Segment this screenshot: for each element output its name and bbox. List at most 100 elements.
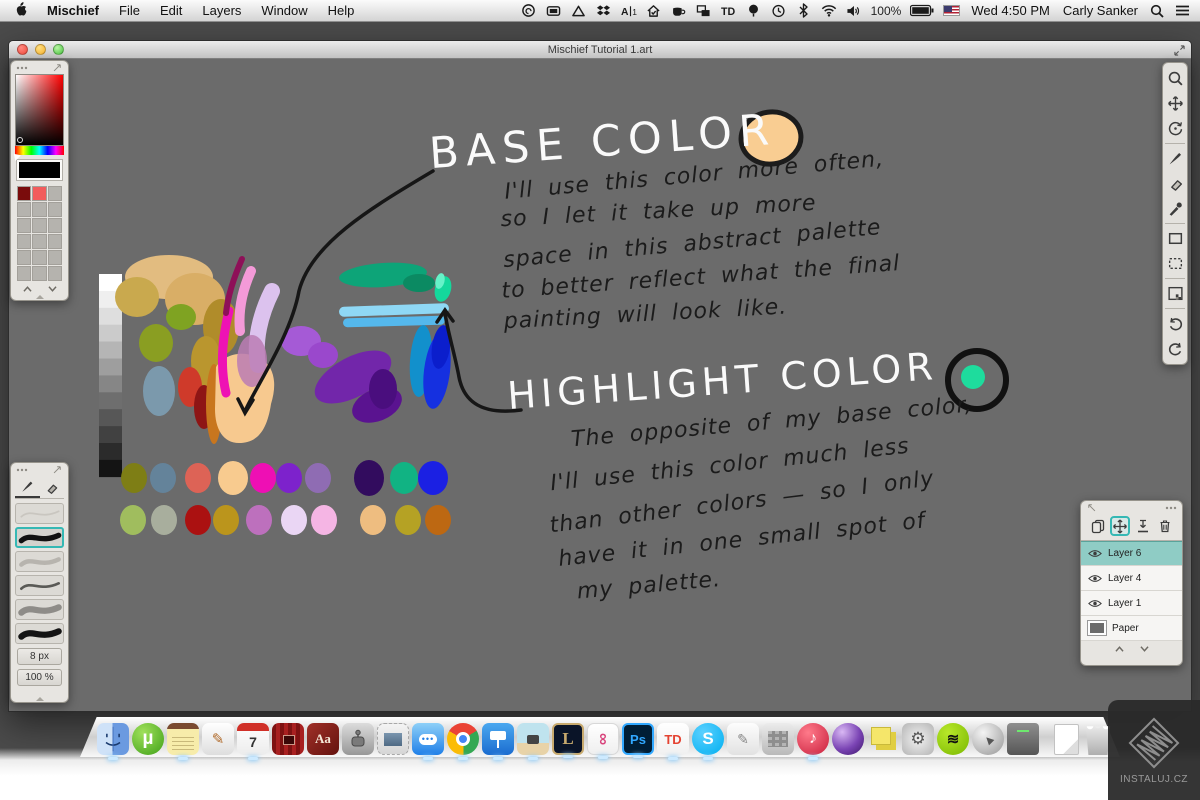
layer-row-layer-1[interactable]: Layer 1: [1081, 591, 1182, 616]
brush-preset-4[interactable]: [15, 575, 64, 596]
apple-menu[interactable]: [0, 1, 37, 20]
hue-strip[interactable]: [15, 146, 64, 155]
color-swatch-13[interactable]: [32, 250, 46, 265]
chevron-up-icon[interactable]: [1114, 645, 1125, 653]
color-swatch-4[interactable]: [32, 202, 46, 217]
volume-icon[interactable]: [846, 3, 862, 19]
color-swatch-0[interactable]: [17, 186, 31, 201]
desktop[interactable]: MischiefFileEditLayersWindowHelp A1TD 10…: [0, 0, 1200, 800]
dock-icon-dictionary[interactable]: Aa: [307, 723, 339, 755]
dock-icon-notes[interactable]: [167, 723, 199, 755]
panel-resize-grip[interactable]: [36, 295, 44, 299]
panel-pin-icon[interactable]: [52, 464, 63, 475]
layer-row-layer-4[interactable]: Layer 4: [1081, 566, 1182, 591]
brush-preset-1[interactable]: [15, 503, 64, 524]
dock-icon-textedit[interactable]: ✎: [202, 723, 234, 755]
tab-brush[interactable]: [15, 476, 40, 498]
dock-icon-sysprefs[interactable]: ⚙: [902, 723, 934, 755]
brush-tool-icon[interactable]: [1163, 146, 1187, 171]
time-machine-icon[interactable]: [771, 3, 787, 19]
color-swatch-15[interactable]: [17, 266, 31, 281]
layer-row-paper[interactable]: Paper: [1081, 616, 1182, 641]
move-layer-icon[interactable]: [1110, 516, 1130, 536]
wifi-icon[interactable]: [821, 3, 837, 19]
dock-icon-spotify[interactable]: ≋: [937, 723, 969, 755]
new-layer-icon[interactable]: [1088, 516, 1108, 536]
dock-icon-lol[interactable]: L: [552, 723, 584, 755]
dock-icon-itunes[interactable]: ♪: [797, 723, 829, 755]
eraser-tool-icon[interactable]: [1163, 171, 1187, 196]
dock-icon-mail[interactable]: [377, 723, 409, 755]
dock-icon-messages[interactable]: •••: [412, 723, 444, 755]
color-swatch-10[interactable]: [32, 234, 46, 249]
rectangle-tool-icon[interactable]: [1163, 226, 1187, 251]
dropbox-icon[interactable]: [596, 3, 612, 19]
dock-icon-keynote[interactable]: [482, 723, 514, 755]
fullscreen-icon[interactable]: [1173, 44, 1186, 57]
panel-pin-icon[interactable]: [1086, 502, 1097, 513]
home-sync-icon[interactable]: [646, 3, 662, 19]
notification-center-icon[interactable]: [1174, 3, 1190, 19]
dock-icon-stickies[interactable]: [867, 723, 899, 755]
display-icon[interactable]: [546, 3, 562, 19]
creative-cloud-icon[interactable]: [521, 3, 537, 19]
eyedropper-tool-icon[interactable]: [1163, 196, 1187, 221]
color-swatch-12[interactable]: [17, 250, 31, 265]
dock-icon-calculator[interactable]: [762, 723, 794, 755]
delete-layer-icon[interactable]: [1155, 516, 1175, 536]
brush-preset-3[interactable]: [15, 551, 64, 572]
layer-row-layer-6[interactable]: Layer 6: [1081, 541, 1182, 566]
map-pin-icon[interactable]: [746, 3, 762, 19]
eye-icon[interactable]: [1088, 549, 1102, 558]
color-swatch-9[interactable]: [17, 234, 31, 249]
menu-edit[interactable]: Edit: [150, 0, 192, 22]
color-swatch-8[interactable]: [48, 218, 62, 233]
layers-panel-header[interactable]: [1081, 501, 1182, 514]
menu-file[interactable]: File: [109, 0, 150, 22]
dock-icon-calendar[interactable]: 7: [237, 723, 269, 755]
menu-help[interactable]: Help: [318, 0, 365, 22]
color-swatch-7[interactable]: [32, 218, 46, 233]
brush-preset-5[interactable]: [15, 599, 64, 620]
color-swatch-16[interactable]: [32, 266, 46, 281]
dock-icon-eclipse[interactable]: [832, 723, 864, 755]
dock-icon-skype[interactable]: S: [692, 723, 724, 755]
eye-icon[interactable]: [1088, 599, 1102, 608]
color-swatch-14[interactable]: [48, 250, 62, 265]
color-swatch-5[interactable]: [48, 202, 62, 217]
eye-icon[interactable]: [1088, 574, 1102, 583]
adobe-a1-icon[interactable]: A1: [621, 3, 637, 19]
windows-swap-icon[interactable]: [696, 3, 712, 19]
menu-user[interactable]: Carly Sanker: [1061, 3, 1140, 18]
title-bar[interactable]: Mischief Tutorial 1.art: [9, 41, 1191, 59]
dock-icon-finder[interactable]: [97, 723, 129, 755]
dock-icon-rocket[interactable]: ▲: [972, 723, 1004, 755]
close-button[interactable]: [17, 44, 28, 55]
rotate-tool-icon[interactable]: [1163, 116, 1187, 141]
merge-down-icon[interactable]: [1133, 516, 1153, 536]
dock-icon-mischief[interactable]: ∞: [587, 723, 619, 755]
dock-icon-automator[interactable]: [342, 723, 374, 755]
dock-icon-photobooth[interactable]: [272, 723, 304, 755]
panel-resize-grip[interactable]: [36, 697, 44, 701]
move-tool-icon[interactable]: [1163, 91, 1187, 116]
current-color-well[interactable]: [16, 159, 63, 181]
search-icon[interactable]: [1149, 3, 1165, 19]
minimize-button[interactable]: [35, 44, 46, 55]
brush-panel-header[interactable]: [11, 463, 68, 476]
panel-pin-icon[interactable]: [52, 62, 63, 73]
brush-preset-6[interactable]: [15, 623, 64, 644]
redo-tool-icon[interactable]: [1163, 336, 1187, 361]
dock-icon-chrome[interactable]: [447, 723, 479, 755]
select-tool-icon[interactable]: [1163, 251, 1187, 276]
color-swatch-1[interactable]: [32, 186, 46, 201]
dock-icon-document[interactable]: [1054, 724, 1079, 755]
battery-icon[interactable]: [910, 3, 934, 19]
picker-cursor[interactable]: [17, 137, 23, 143]
brush-size-button[interactable]: 8 px: [17, 648, 62, 665]
dock-icon-todoist[interactable]: TD: [657, 723, 689, 755]
chevron-down-icon[interactable]: [1139, 645, 1150, 653]
dock-icon-drive[interactable]: [1007, 723, 1039, 755]
color-swatch-11[interactable]: [48, 234, 62, 249]
menu-mischief[interactable]: Mischief: [37, 0, 109, 22]
